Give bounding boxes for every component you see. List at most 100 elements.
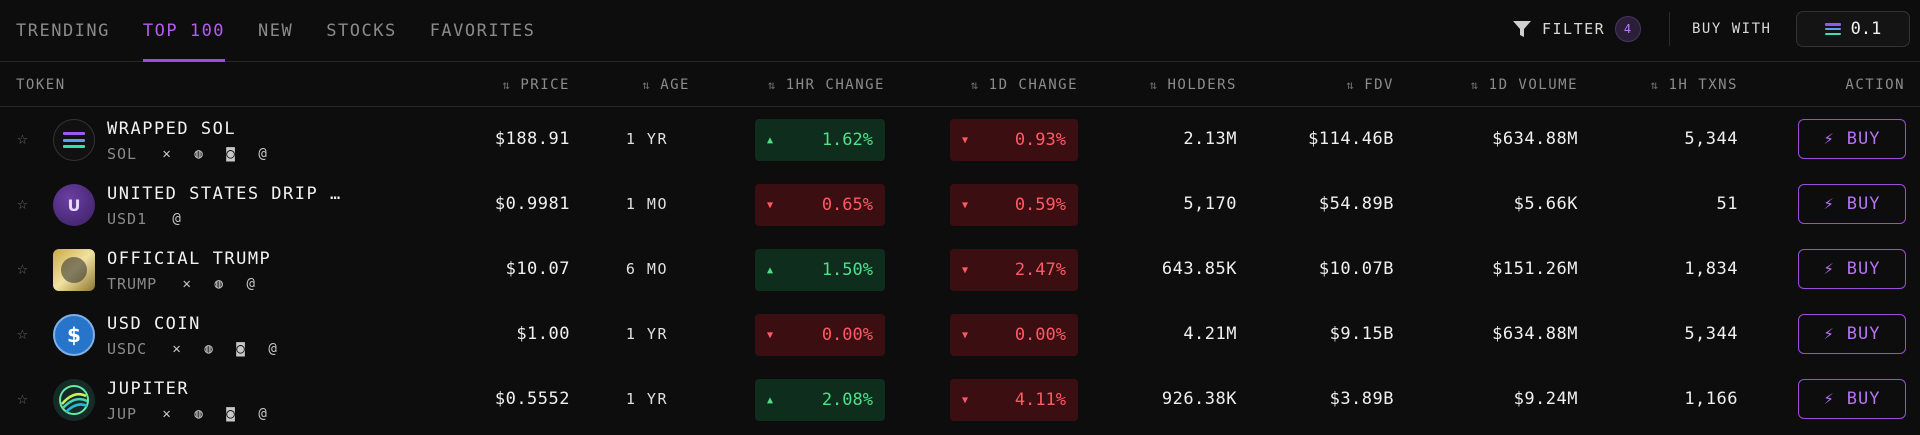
sort-icon: ⇅ — [1470, 77, 1480, 92]
col-fdv[interactable]: ⇅ FDV — [1260, 62, 1394, 107]
discord-icon[interactable]: ◙ — [233, 341, 249, 357]
change-1h-badge: ▲ 1.50% — [755, 249, 885, 291]
token-symbol: USDC — [107, 340, 148, 358]
holders: 926.38K — [1161, 389, 1237, 409]
tab-bar: TRENDING TOP 100 NEW STOCKS FAVORITES — [16, 0, 568, 62]
globe-icon[interactable]: ◍ — [191, 146, 207, 162]
filter-count-badge: 4 — [1615, 16, 1642, 42]
txns-1h: 51 — [1716, 194, 1738, 214]
usd1-logo-icon: U — [53, 184, 95, 226]
buy-button[interactable]: ⚡ BUY — [1798, 379, 1906, 419]
at-icon[interactable]: @ — [255, 406, 271, 422]
sort-icon: ⇅ — [767, 77, 777, 92]
change-1h-badge: ▲ 2.08% — [755, 379, 885, 421]
col-action: ACTION — [1845, 76, 1905, 93]
buy-button[interactable]: ⚡ BUY — [1798, 119, 1906, 159]
col-1d-change[interactable]: ⇅ 1D CHANGE — [910, 62, 1078, 107]
buy-button[interactable]: ⚡ BUY — [1798, 314, 1906, 354]
filter-icon — [1513, 21, 1531, 37]
fdv: $114.46B — [1308, 129, 1394, 149]
tab-trending[interactable]: TRENDING — [16, 0, 110, 62]
table-row[interactable]: ☆ JUPITER JUP ✕ ◍ ◙ @ $0.5552 1 YR ▲ 2.08% ▼ 4.11% 92… — [0, 367, 1920, 431]
holders: 5,170 — [1183, 194, 1237, 214]
x-icon[interactable]: ✕ — [159, 406, 175, 422]
fdv: $54.89B — [1318, 194, 1394, 214]
buy-amount-value: 0.1 — [1850, 19, 1882, 39]
lightning-icon: ⚡ — [1823, 129, 1835, 149]
col-age[interactable]: ⇅ AGE — [600, 62, 690, 107]
x-icon[interactable]: ✕ — [159, 146, 175, 162]
table-row[interactable]: ☆ WRAPPED SOL SOL ✕ ◍ ◙ @ $188.91 1 YR ▲ 1.62% ▼ 0.9… — [0, 107, 1920, 171]
col-1hr-change[interactable]: ⇅ 1HR CHANGE — [720, 62, 885, 107]
fdv: $9.15B — [1329, 324, 1394, 344]
star-icon[interactable]: ☆ — [17, 259, 37, 279]
globe-icon[interactable]: ◍ — [201, 341, 217, 357]
table-header: TOKEN ⇅ PRICE ⇅ AGE ⇅ 1HR CHANGE ⇅ 1D CHANGE… — [0, 62, 1920, 107]
star-icon[interactable]: ☆ — [17, 389, 37, 409]
globe-icon[interactable]: ◍ — [191, 406, 207, 422]
price: $188.91 — [494, 129, 570, 149]
star-icon[interactable]: ☆ — [17, 194, 37, 214]
tab-new[interactable]: NEW — [258, 0, 293, 62]
token-name[interactable]: JUPITER — [107, 379, 189, 399]
sort-icon: ⇅ — [1149, 77, 1159, 92]
usdc-logo-icon: $ — [53, 314, 95, 356]
token-symbol-row: USDC ✕ ◍ ◙ @ — [107, 340, 281, 358]
star-icon[interactable]: ☆ — [17, 324, 37, 344]
txns-1h: 1,166 — [1684, 389, 1738, 409]
at-icon[interactable]: @ — [255, 146, 271, 162]
token-symbol: JUP — [107, 405, 138, 423]
token-name[interactable]: WRAPPED SOL — [107, 119, 236, 139]
social-links: ✕ ◍ @ — [179, 276, 259, 292]
table-row[interactable]: ☆ U UNITED STATES DRIP … USD1 @ $0.9981 1 MO ▼ 0… — [0, 172, 1920, 236]
col-1h-txns[interactable]: ⇅ 1H TXNS — [1600, 62, 1738, 107]
price: $10.07 — [505, 259, 570, 279]
triangle-up-icon: ▲ — [767, 394, 774, 406]
col-1d-volume[interactable]: ⇅ 1D VOLUME — [1420, 62, 1578, 107]
table-row[interactable]: ☆ OFFICIAL TRUMP TRUMP ✕ ◍ @ $10.07 6 MO ▲ 1.50% ▼… — [0, 237, 1920, 301]
token-name[interactable]: OFFICIAL TRUMP — [107, 249, 271, 269]
fdv: $10.07B — [1318, 259, 1394, 279]
change-1h-badge: ▲ 1.62% — [755, 119, 885, 161]
change-1d-badge: ▼ 2.47% — [950, 249, 1078, 291]
at-icon[interactable]: @ — [169, 211, 185, 227]
tab-top-100[interactable]: TOP 100 — [142, 0, 226, 62]
lightning-icon: ⚡ — [1823, 259, 1835, 279]
star-icon[interactable]: ☆ — [17, 129, 37, 149]
at-icon[interactable]: @ — [243, 276, 259, 292]
age: 1 YR — [625, 390, 668, 408]
x-icon[interactable]: ✕ — [169, 341, 185, 357]
discord-icon[interactable]: ◙ — [223, 406, 239, 422]
token-name[interactable]: USD COIN — [107, 314, 201, 334]
x-icon[interactable]: ✕ — [179, 276, 195, 292]
buy-with-label: BUY WITH — [1692, 21, 1772, 37]
change-1h-badge: ▼ 0.00% — [755, 314, 885, 356]
buy-button[interactable]: ⚡ BUY — [1798, 184, 1906, 224]
token-symbol: USD1 — [107, 210, 148, 228]
token-name[interactable]: UNITED STATES DRIP … — [107, 184, 342, 204]
col-holders[interactable]: ⇅ HOLDERS — [1100, 62, 1237, 107]
change-1d-badge: ▼ 4.11% — [950, 379, 1078, 421]
lightning-icon: ⚡ — [1823, 324, 1835, 344]
triangle-down-icon: ▼ — [962, 264, 969, 276]
price: $0.5552 — [494, 389, 570, 409]
col-price[interactable]: ⇅ PRICE — [460, 62, 570, 107]
table-row[interactable]: ☆ $ USD COIN USDC ✕ ◍ ◙ @ $1.00 1 YR ▼ 0.00% ▼ 0.00% 4… — [0, 302, 1920, 366]
discord-icon[interactable]: ◙ — [223, 146, 239, 162]
at-icon[interactable]: @ — [265, 341, 281, 357]
volume-1d: $634.88M — [1492, 324, 1578, 344]
tab-favorites[interactable]: FAVORITES — [430, 0, 536, 62]
filter-button[interactable]: FILTER 4 — [1512, 13, 1642, 45]
change-1d-badge: ▼ 0.00% — [950, 314, 1078, 356]
globe-icon[interactable]: ◍ — [211, 276, 227, 292]
buy-button[interactable]: ⚡ BUY — [1798, 249, 1906, 289]
sort-icon: ⇅ — [1346, 77, 1356, 92]
sort-icon: ⇅ — [970, 77, 980, 92]
txns-1h: 5,344 — [1684, 324, 1738, 344]
sol-icon — [1824, 23, 1841, 35]
volume-1d: $5.66K — [1513, 194, 1578, 214]
sol-logo-icon — [53, 119, 95, 161]
social-links: @ — [169, 211, 185, 227]
buy-amount-input[interactable]: 0.1 — [1796, 11, 1910, 47]
tab-stocks[interactable]: STOCKS — [326, 0, 396, 62]
